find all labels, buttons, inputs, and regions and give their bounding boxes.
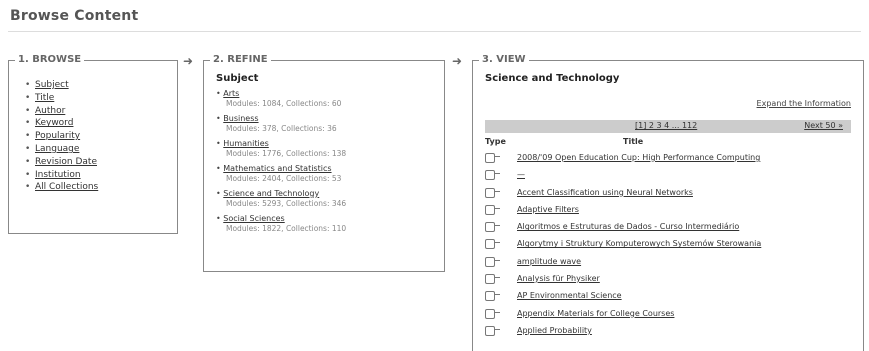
page-links[interactable]: [1] 2 3 4 ... 112 [635, 121, 697, 130]
browse-option-author[interactable]: Author [25, 105, 98, 118]
result-title-link[interactable]: Adaptive Filters [517, 201, 579, 218]
view-panel: 3. VIEW Science and Technology Expand th… [472, 54, 864, 351]
module-icon [485, 239, 500, 250]
result-title-link[interactable]: — [517, 166, 525, 183]
result-title-link[interactable]: AP Environmental Science [517, 287, 622, 304]
module-icon [485, 256, 500, 267]
refine-title: Subject [216, 73, 259, 84]
result-row: AP Environmental Science [485, 287, 845, 304]
browse-panel: 1. BROWSE Subject Title Author Keyword P… [8, 54, 178, 234]
module-icon [485, 153, 500, 163]
result-title-link[interactable]: Applied Probability [517, 322, 592, 339]
subject-link-mathematics[interactable]: Mathematics and Statistics [223, 164, 331, 173]
browse-panel-header: 1. BROWSE [15, 54, 85, 65]
module-icon [485, 291, 500, 302]
subject-counts: Modules: 1084, Collections: 60 [226, 99, 342, 108]
refine-panel-header: 2. REFINE [210, 54, 271, 65]
module-icon [485, 170, 500, 181]
subject-link-business[interactable]: Business [223, 114, 258, 123]
result-title-link[interactable]: Appendix Materials for College Courses [517, 305, 674, 322]
result-row: — [485, 166, 845, 183]
browse-option-subject[interactable]: Subject [25, 79, 98, 92]
result-title-link[interactable]: Analysis für Physiker [517, 270, 600, 287]
subject-item: ArtsModules: 1084, Collections: 60 [216, 89, 346, 109]
subject-counts: Modules: 1822, Collections: 110 [226, 224, 347, 233]
browse-option-popularity[interactable]: Popularity [25, 130, 98, 143]
result-title-link[interactable]: Algoritmos e Estruturas de Dados - Curso… [517, 218, 739, 235]
result-row: Algoritmos e Estruturas de Dados - Curso… [485, 218, 845, 235]
result-title-link[interactable]: 2008/'09 Open Education Cup: High Perfor… [517, 149, 760, 166]
results-list: 2008/'09 Open Education Cup: High Perfor… [485, 149, 845, 339]
subject-list: ArtsModules: 1084, Collections: 60 Busin… [216, 89, 346, 239]
result-row: Accent Classification using Neural Netwo… [485, 184, 845, 201]
result-row: Appendix Materials for College Courses [485, 305, 845, 322]
module-icon [485, 222, 500, 233]
subject-link-arts[interactable]: Arts [223, 89, 239, 98]
pagination-bar: [1] 2 3 4 ... 112 Next 50 » [485, 120, 851, 133]
subject-counts: Modules: 378, Collections: 36 [226, 124, 337, 133]
title-divider [8, 31, 861, 32]
view-panel-header: 3. VIEW [479, 54, 529, 65]
subject-link-humanities[interactable]: Humanities [223, 139, 269, 148]
result-row: Algorytmy i Struktury Komputerowych Syst… [485, 235, 845, 252]
result-title-link[interactable]: Algorytmy i Struktury Komputerowych Syst… [517, 235, 761, 252]
subject-item: Science and TechnologyModules: 5293, Col… [216, 189, 346, 209]
result-title-link[interactable]: amplitude wave [517, 253, 581, 270]
subject-link-social-sciences[interactable]: Social Sciences [223, 214, 284, 223]
result-row: 2008/'09 Open Education Cup: High Perfor… [485, 149, 845, 166]
result-row: Adaptive Filters [485, 201, 845, 218]
title-column-header: Title [623, 137, 644, 146]
browse-option-all-collections[interactable]: All Collections [25, 181, 98, 194]
type-column-header: Type [485, 137, 506, 146]
module-icon [485, 187, 500, 198]
subject-item: BusinessModules: 378, Collections: 36 [216, 114, 346, 134]
browse-option-title[interactable]: Title [25, 92, 98, 105]
subject-counts: Modules: 1776, Collections: 138 [226, 149, 347, 158]
browse-option-revision-date[interactable]: Revision Date [25, 156, 98, 169]
subject-item: Mathematics and StatisticsModules: 2404,… [216, 164, 346, 184]
browse-option-keyword[interactable]: Keyword [25, 117, 98, 130]
module-icon [485, 274, 500, 285]
arrow-right-icon: ➜ [452, 54, 463, 68]
subject-link-science[interactable]: Science and Technology [223, 189, 319, 198]
module-icon [485, 204, 500, 215]
arrow-right-icon: ➜ [183, 54, 194, 68]
refine-panel: 2. REFINE Subject ArtsModules: 1084, Col… [203, 54, 445, 272]
module-icon [485, 325, 500, 336]
browse-option-language[interactable]: Language [25, 143, 98, 156]
module-icon [485, 308, 500, 319]
result-row: Analysis für Physiker [485, 270, 845, 287]
subject-item: HumanitiesModules: 1776, Collections: 13… [216, 139, 346, 159]
view-title: Science and Technology [485, 73, 620, 84]
subject-item: Social SciencesModules: 1822, Collection… [216, 214, 346, 234]
result-row: amplitude wave [485, 253, 845, 270]
browse-option-institution[interactable]: Institution [25, 169, 98, 182]
result-row: Applied Probability [485, 322, 845, 339]
result-title-link[interactable]: Accent Classification using Neural Netwo… [517, 184, 693, 201]
subject-counts: Modules: 5293, Collections: 346 [226, 199, 347, 208]
next-page-link[interactable]: Next 50 » [804, 121, 843, 130]
page-title: Browse Content [10, 8, 139, 24]
expand-information-link[interactable]: Expand the Information [757, 99, 851, 108]
browse-options-list: Subject Title Author Keyword Popularity … [25, 79, 98, 194]
subject-counts: Modules: 2404, Collections: 53 [226, 174, 342, 183]
